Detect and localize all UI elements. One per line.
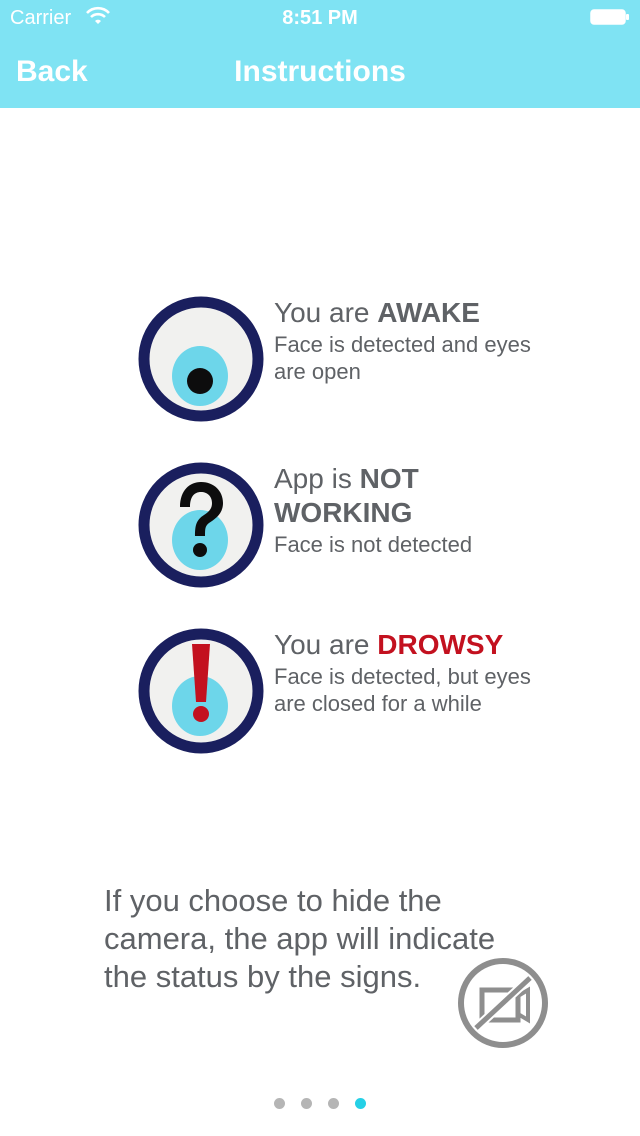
state-headline: App is NOT WORKING (274, 463, 419, 528)
exclamation-icon (138, 628, 264, 754)
state-description: Face is detected and eyes are open (274, 332, 531, 384)
state-description: Face is not detected (274, 532, 473, 557)
no-camera-icon (458, 958, 548, 1048)
clock: 8:51 PM (282, 7, 358, 29)
navigation-bar: Back Instructions (0, 40, 640, 108)
state-headline: You are AWAKE (274, 297, 480, 328)
state-awake: You are AWAKE Face is detected and eyes … (138, 296, 538, 426)
eye-open-icon (138, 296, 264, 422)
battery-icon (590, 9, 629, 25)
page-title: Instructions (234, 55, 406, 88)
page-dot[interactable] (274, 1098, 285, 1109)
page-dot-active[interactable] (355, 1098, 366, 1109)
top-bar: Carrier 8:51 PM Back Instructions (0, 0, 640, 108)
state-description: Face is detected, but eyes are closed fo… (274, 664, 531, 716)
state-headline: You are DROWSY (274, 629, 504, 660)
page-dot[interactable] (301, 1098, 312, 1109)
page-indicator[interactable] (0, 1098, 640, 1110)
question-mark-icon (138, 462, 264, 588)
state-drowsy: You are DROWSY Face is detected, but eye… (138, 628, 538, 758)
status-bar: Carrier 8:51 PM (0, 0, 640, 36)
page-dot[interactable] (328, 1098, 339, 1109)
state-not-working: App is NOT WORKING Face is not detected (138, 462, 538, 592)
